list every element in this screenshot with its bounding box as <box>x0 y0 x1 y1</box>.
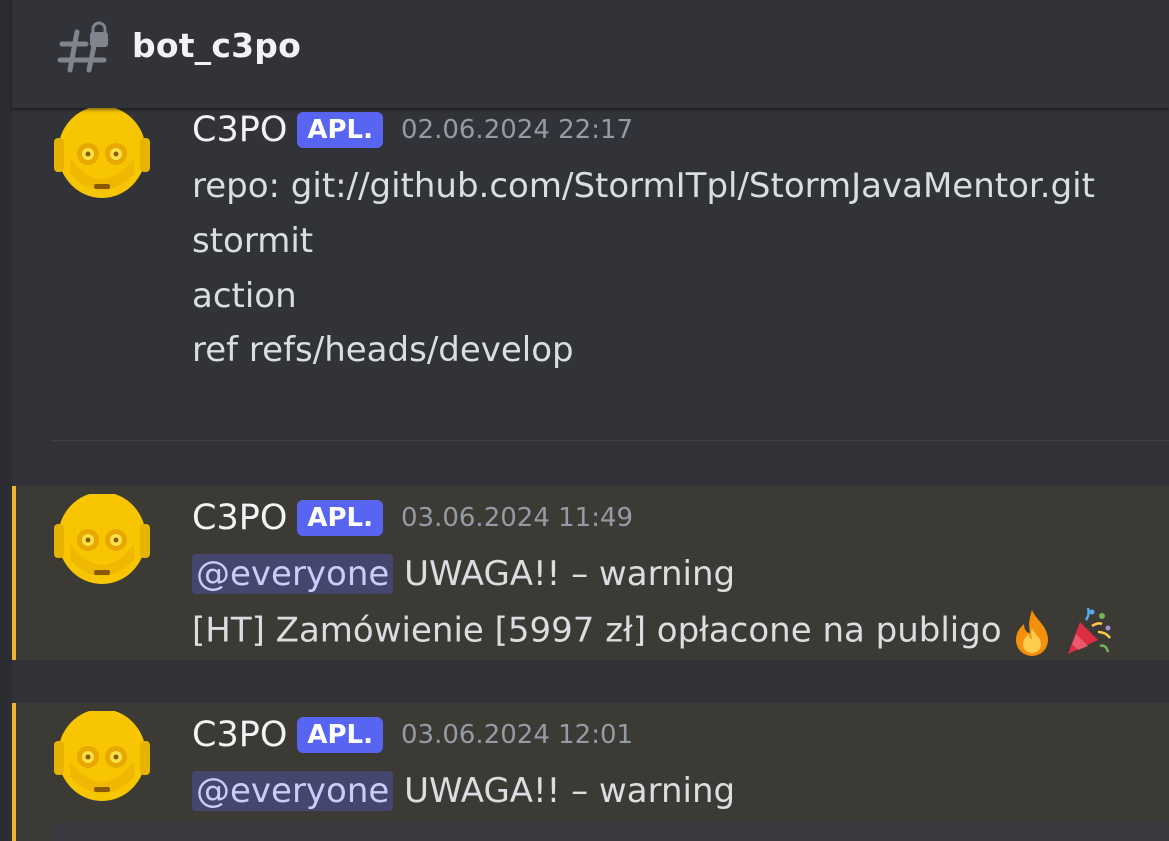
channel-header: bot_c3po <box>12 0 1169 108</box>
app-tag: APL. <box>297 717 383 753</box>
message-highlighted[interactable]: C3PO APL. 03.06.2024 11:49 @everyone UWA… <box>12 486 1169 660</box>
discord-window: bot_c3po C3PO APL. 02.06.2024 22:17 repo… <box>0 0 1169 841</box>
app-tag: APL. <box>297 112 383 148</box>
c3po-avatar[interactable] <box>52 494 152 594</box>
fire-emoji-icon <box>1015 610 1048 656</box>
message-header: C3PO APL. 03.06.2024 11:49 <box>192 498 633 538</box>
message-list[interactable]: C3PO APL. 02.06.2024 22:17 repo: git://g… <box>12 108 1169 841</box>
message-divider <box>52 440 1169 441</box>
message-line: stormit <box>192 221 314 261</box>
message-header: C3PO APL. 03.06.2024 12:01 <box>192 715 633 755</box>
message-line: @everyone UWAGA!! – warning <box>192 552 735 596</box>
message-line: [HT] Zamówienie [5997 zł] opłacone na pu… <box>192 606 1114 658</box>
message-composer[interactable] <box>52 822 1169 841</box>
author-name[interactable]: C3PO <box>192 110 287 150</box>
app-tag: APL. <box>297 500 383 536</box>
message-line: @everyone UWAGA!! – warning <box>192 769 735 813</box>
locked-text-channel-icon <box>57 21 108 73</box>
message-line: action <box>192 276 297 316</box>
c3po-avatar[interactable] <box>52 711 152 811</box>
message-line: repo: git://github.com/StormITpl/StormJa… <box>192 166 1095 206</box>
message-highlighted[interactable]: C3PO APL. 03.06.2024 12:01 @everyone UWA… <box>12 703 1169 841</box>
author-name[interactable]: C3PO <box>192 498 287 538</box>
author-name[interactable]: C3PO <box>192 715 287 755</box>
message[interactable]: C3PO APL. 02.06.2024 22:17 repo: git://g… <box>12 108 1169 438</box>
everyone-mention[interactable]: @everyone <box>192 771 394 811</box>
channel-name[interactable]: bot_c3po <box>132 26 301 65</box>
order-text: [HT] Zamówienie [5997 zł] opłacone na pu… <box>192 610 1002 651</box>
timestamp[interactable]: 03.06.2024 11:49 <box>401 503 633 533</box>
message-line: ref refs/heads/develop <box>192 330 574 370</box>
party-popper-emoji-icon <box>1067 607 1111 654</box>
timestamp[interactable]: 02.06.2024 22:17 <box>401 115 633 145</box>
c3po-avatar[interactable] <box>52 108 152 208</box>
timestamp[interactable]: 03.06.2024 12:01 <box>401 720 633 750</box>
message-header: C3PO APL. 02.06.2024 22:17 <box>192 110 633 150</box>
warning-text: UWAGA!! – warning <box>404 771 736 811</box>
everyone-mention[interactable]: @everyone <box>192 554 394 594</box>
left-rail <box>0 0 12 841</box>
warning-text: UWAGA!! – warning <box>404 554 736 594</box>
